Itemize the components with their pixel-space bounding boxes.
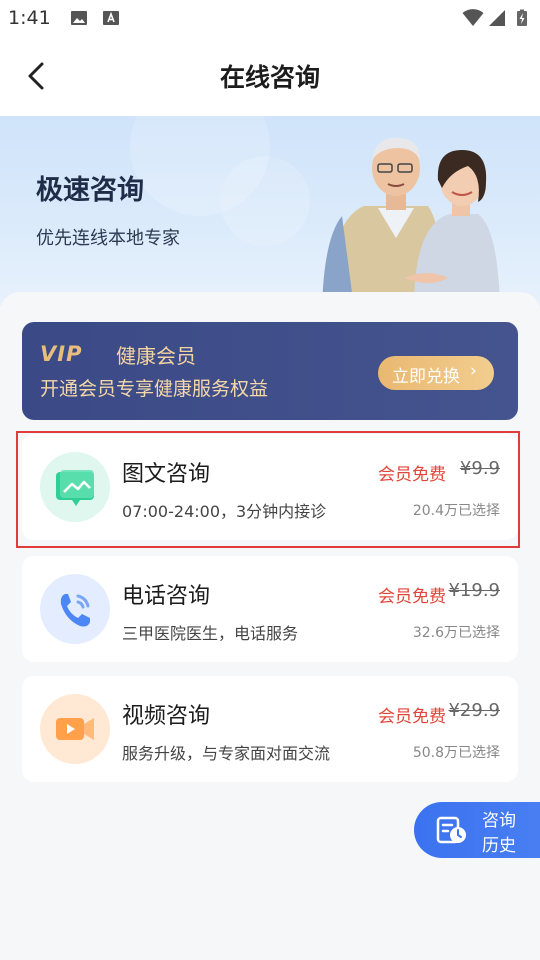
service-title: 视频咨询 xyxy=(122,704,211,729)
wifi-icon xyxy=(462,9,484,26)
image-chat-icon xyxy=(40,452,110,522)
elderly-couple-illustration xyxy=(322,137,500,306)
member-free-label: 会员免费 xyxy=(378,707,446,727)
vip-subtitle: 开通会员专享健康服务权益 xyxy=(40,378,269,400)
gallery-notification-icon xyxy=(71,11,87,25)
selection-count: 20.4万已选择 xyxy=(412,503,500,519)
status-bar: 1:41 xyxy=(0,0,540,36)
member-free-label: 会员免费 xyxy=(378,465,446,485)
history-list-icon xyxy=(436,816,466,844)
vip-title: 健康会员 xyxy=(116,344,196,368)
service-description: 07:00-24:00，3分钟内接诊 xyxy=(122,502,327,521)
member-free-label: 会员免费 xyxy=(378,587,446,607)
vip-logo: VIP xyxy=(40,342,83,366)
selection-count: 50.8万已选择 xyxy=(412,745,500,761)
history-label-line1: 咨询 xyxy=(482,811,516,831)
service-description: 服务升级，与专家面对面交流 xyxy=(122,744,331,763)
history-label-line2: 历史 xyxy=(482,836,516,856)
service-card-video[interactable]: 视频咨询 服务升级，与专家面对面交流 会员免费 ¥29.9 50.8万已选择 xyxy=(22,676,518,782)
service-title: 电话咨询 xyxy=(122,584,211,609)
service-card-phone[interactable]: 电话咨询 三甲医院医生，电话服务 会员免费 ¥19.9 32.6万已选择 xyxy=(22,556,518,662)
keyboard-notification-icon xyxy=(103,11,119,25)
redeem-label: 立即兑换 xyxy=(392,367,460,387)
original-price: ¥19.9 xyxy=(448,580,500,601)
chevron-right-icon: › xyxy=(470,361,477,381)
service-title: 图文咨询 xyxy=(122,462,211,487)
hero-subtitle: 优先连线本地专家 xyxy=(36,228,180,249)
selection-count: 32.6万已选择 xyxy=(412,625,500,641)
status-time: 1:41 xyxy=(8,7,51,29)
battery-icon xyxy=(517,9,527,26)
phone-icon xyxy=(40,574,110,644)
decor-circle xyxy=(220,156,310,246)
page-title: 在线咨询 xyxy=(219,63,320,92)
redeem-button[interactable]: 立即兑换 › xyxy=(378,356,494,390)
app-bar: 在线咨询 xyxy=(0,36,540,116)
signal-icon xyxy=(489,10,505,26)
hero-title: 极速咨询 xyxy=(36,175,144,206)
original-price: ¥29.9 xyxy=(448,700,500,721)
service-card-image-text[interactable]: 图文咨询 07:00-24:00，3分钟内接诊 会员免费 ¥9.9 20.4万已… xyxy=(22,434,518,540)
original-price: ¥9.9 xyxy=(459,458,500,479)
hero-banner: 极速咨询 优先连线本地专家 xyxy=(0,116,540,306)
video-icon xyxy=(40,694,110,764)
vip-membership-card[interactable]: VIP 健康会员 开通会员专享健康服务权益 立即兑换 › xyxy=(22,322,518,420)
consult-history-button[interactable]: 咨询 历史 xyxy=(414,802,540,858)
service-description: 三甲医院医生，电话服务 xyxy=(122,624,299,643)
